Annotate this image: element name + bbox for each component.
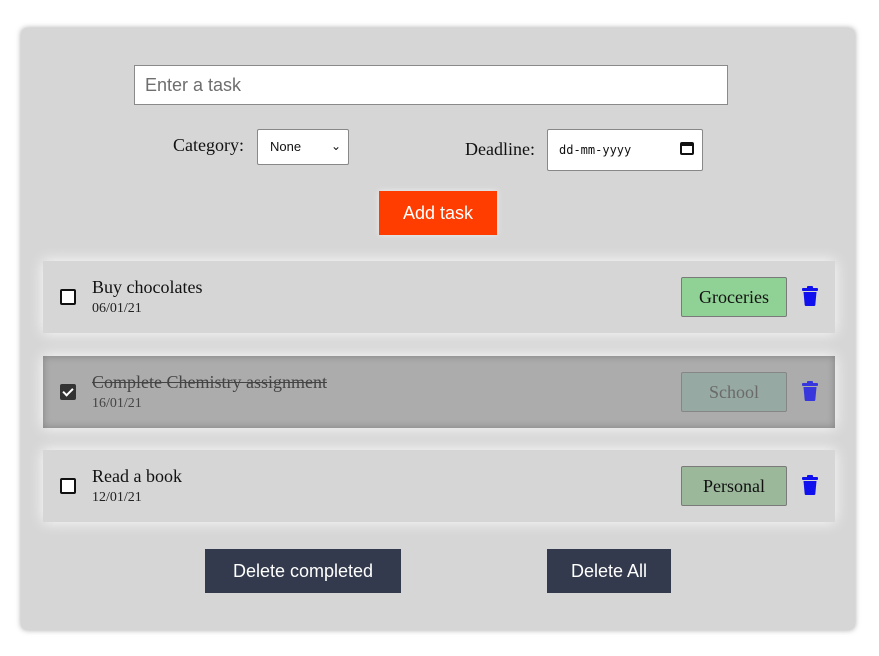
- task-name: Read a book: [92, 466, 182, 486]
- task-name: Complete Chemistry assignment: [92, 372, 327, 392]
- delete-completed-button[interactable]: Delete completed: [205, 549, 401, 593]
- category-select[interactable]: None ⌄: [257, 129, 349, 165]
- checkbox-icon[interactable]: [60, 289, 76, 305]
- todo-card: Category: None ⌄ Deadline: dd-mm-yyyy Ad…: [21, 28, 855, 630]
- checkbox-icon[interactable]: [60, 478, 76, 494]
- task-date: 16/01/21: [92, 396, 142, 411]
- trash-icon[interactable]: [802, 475, 818, 495]
- task-date: 12/01/21: [92, 490, 142, 505]
- category-label: Category:: [173, 135, 244, 155]
- add-task-button[interactable]: Add task: [379, 191, 497, 235]
- category-tag: Groceries: [681, 277, 787, 317]
- trash-icon[interactable]: [802, 381, 818, 401]
- chevron-down-icon: ⌄: [330, 139, 341, 153]
- category-tag: School: [681, 372, 787, 412]
- task-input[interactable]: [134, 65, 728, 105]
- trash-icon[interactable]: [802, 286, 818, 306]
- task-item: Read a book 12/01/21 Personal: [43, 450, 835, 522]
- task-item-completed: Complete Chemistry assignment 16/01/21 S…: [43, 356, 835, 428]
- task-date: 06/01/21: [92, 301, 142, 316]
- category-tag: Personal: [681, 466, 787, 506]
- deadline-label: Deadline:: [465, 139, 535, 159]
- calendar-icon[interactable]: [680, 142, 694, 155]
- checkbox-checked-icon[interactable]: [60, 384, 76, 400]
- deadline-date-input[interactable]: dd-mm-yyyy: [547, 129, 703, 171]
- delete-all-button[interactable]: Delete All: [547, 549, 671, 593]
- task-name: Buy chocolates: [92, 277, 203, 297]
- deadline-placeholder: dd-mm-yyyy: [559, 143, 632, 157]
- category-selected-value: None: [270, 139, 302, 154]
- task-item: Buy chocolates 06/01/21 Groceries: [43, 261, 835, 333]
